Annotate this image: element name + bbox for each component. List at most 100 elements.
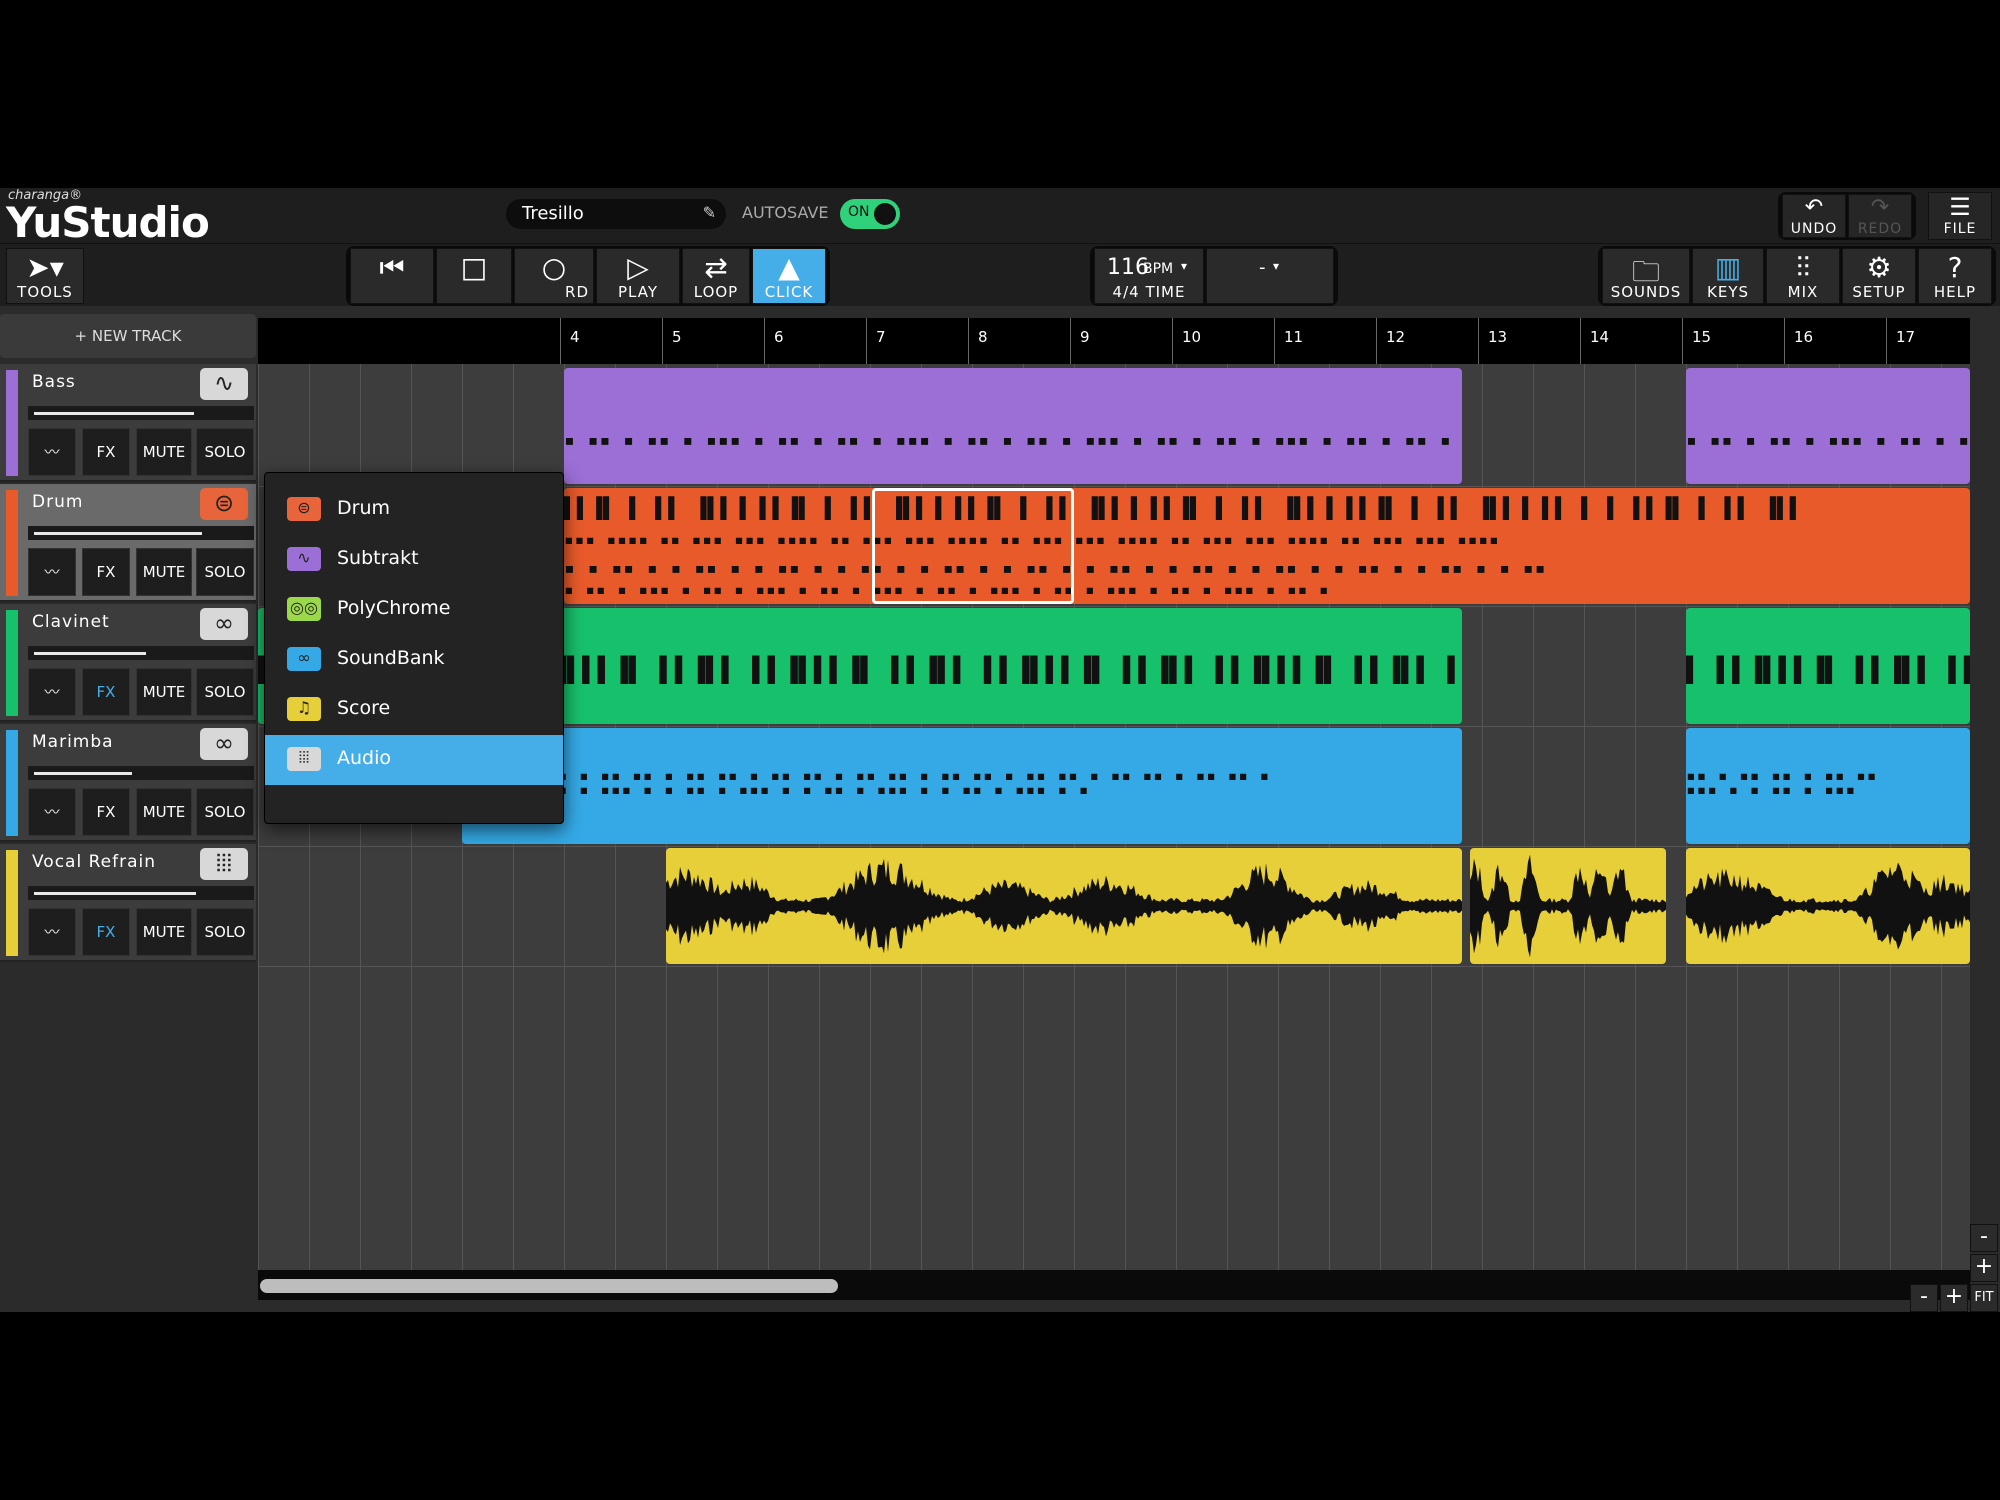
mute-button[interactable]: MUTE [136,908,192,956]
automation-icon: 〰 [44,683,60,701]
help-button[interactable]: ? HELP [1918,248,1992,304]
setup-label: SETUP [1852,283,1906,301]
key-button[interactable]: - ▾ [1206,248,1334,304]
soundbank-loop-icon: ∞ [287,647,321,671]
menu-item-label: Subtrakt [337,547,419,569]
vocal-audio-region[interactable] [1686,848,1970,964]
horizontal-scrollbar[interactable] [258,1270,1970,1300]
redo-button[interactable]: ↷ REDO [1848,194,1912,238]
track-header-clavinet[interactable]: Clavinet ∞ 〰 FX MUTE SOLO [0,604,256,722]
automation-button[interactable]: 〰 [28,548,76,596]
ruler-bar-number: 14 [1590,328,1610,346]
menu-item-audio[interactable]: ⦙⦙⦙ Audio [265,735,563,785]
mute-button[interactable]: MUTE [136,548,192,596]
volume-slider[interactable] [28,406,254,420]
ruler-bar-line [1376,318,1377,364]
horizontal-zoom-out-button[interactable]: - [1910,1284,1938,1312]
audio-waveform [1470,854,1666,958]
subtrakt-wave-icon[interactable]: ∿ [200,368,248,400]
horizontal-zoom-in-button[interactable]: + [1940,1284,1968,1312]
setup-button[interactable]: ⚙ SETUP [1842,248,1916,304]
play-label: PLAY [617,283,658,301]
volume-slider[interactable] [28,886,254,900]
pointer-arrow-icon: ➤▾ [26,251,64,284]
menu-item-drum[interactable]: ⊜ Drum [265,485,563,535]
score-notes-icon: ♫ [287,697,321,721]
automation-button[interactable]: 〰 [28,788,76,836]
undo-button[interactable]: ↶ UNDO [1782,194,1846,238]
stop-button[interactable]: □ [436,248,512,304]
tempo-button[interactable]: 116 BPM ▾ 4/4 TIME [1094,248,1204,304]
keys-button[interactable]: ▥ KEYS [1692,248,1764,304]
mute-button[interactable]: MUTE [136,788,192,836]
menu-item-subtrakt[interactable]: ∿ Subtrakt [265,535,563,585]
vertical-zoom-in-button[interactable]: + [1970,1254,1998,1282]
rewind-button[interactable]: ⏮ [350,248,434,304]
solo-button[interactable]: SOLO [196,548,254,596]
audio-waveform-icon[interactable]: ⦙⦙⦙ [200,848,248,880]
vocal-audio-region[interactable] [666,848,1462,964]
solo-button[interactable]: SOLO [196,428,254,476]
app-logo: YuStudio [6,198,210,247]
volume-slider[interactable] [28,526,254,540]
volume-slider[interactable] [28,646,254,660]
vertical-zoom-out-button[interactable]: - [1970,1224,1998,1252]
volume-fill [34,652,146,655]
ruler-bar-number: 9 [1080,328,1090,346]
automation-button[interactable]: 〰 [28,428,76,476]
bass-region[interactable]: ▪ ▪▪ ▪ ▪▪ ▪ ▪▪▪ ▪ ▪▪ ▪ ▪▪ [1686,368,1970,484]
ruler-bar-line [764,318,765,364]
ruler-bar-number: 13 [1488,328,1508,346]
fx-button[interactable]: FX [82,548,130,596]
automation-button[interactable]: 〰 [28,668,76,716]
scrollbar-thumb[interactable] [260,1279,838,1293]
solo-button[interactable]: SOLO [196,668,254,716]
track-name: Clavinet [32,612,110,632]
selected-drum-region[interactable] [872,488,1074,604]
tools-button[interactable]: ➤▾ TOOLS [6,248,84,304]
drum-region[interactable]: ▌▌▐▌ ▌ ▌▌ ▐▌▌▐ ▌▌▐▌ ▌ ▌▌ ▐▌▌▐ ▌▌▐▌ ▌ ▌▌ … [564,488,1970,604]
clavinet-region[interactable]: ▌ ▌▌▐▌▌▌▐▌ ▌▌▐▌▌ ▌▌ [1686,608,1970,724]
track-color-stripe [6,490,18,596]
marimba-region[interactable]: ▪▪ ▪ ▪▪ ▪▪ ▪ ▪▪ ▪▪ ▪ ▪▪ ▪▪ ▪ ▪▪ ▪▪ ▪ ▪▪ … [462,728,1462,844]
solo-button[interactable]: SOLO [196,788,254,836]
mute-button[interactable]: MUTE [136,428,192,476]
sounds-button[interactable]: 🗀 SOUNDS [1602,248,1690,304]
play-button[interactable]: ▷ PLAY [596,248,680,304]
automation-button[interactable]: 〰 [28,908,76,956]
zoom-fit-button[interactable]: FIT [1970,1284,1998,1312]
mute-button[interactable]: MUTE [136,668,192,716]
menu-item-soundbank[interactable]: ∞ SoundBank [265,635,563,685]
vocal-audio-slices[interactable] [1470,848,1666,964]
pencil-icon[interactable]: ✎ [703,203,716,222]
bass-region[interactable]: ▪ ▪▪ ▪ ▪▪ ▪ ▪▪▪ ▪ ▪▪ ▪ ▪▪ ▪ ▪▪▪ ▪ ▪▪ ▪ ▪… [564,368,1462,484]
volume-slider[interactable] [28,766,254,780]
track-header-bass[interactable]: Bass ∿ 〰 FX MUTE SOLO [0,364,256,482]
click-button[interactable]: ▲ CLICK [752,248,826,304]
ruler-bar-number: 4 [570,328,580,346]
fx-button[interactable]: FX [82,788,130,836]
solo-button[interactable]: SOLO [196,908,254,956]
menu-item-polychrome[interactable]: ◎◎ PolyChrome [265,585,563,635]
new-track-button[interactable]: + NEW TRACK [0,314,256,358]
song-title-field[interactable]: Tresillo ✎ [506,199,726,229]
record-button[interactable]: ○ RD [514,248,594,304]
loop-button[interactable]: ⇄ LOOP [682,248,750,304]
loop-icon: ⇄ [704,251,728,284]
autosave-toggle[interactable]: ON [840,199,900,229]
volume-fill [34,772,132,775]
file-button[interactable]: ☰ FILE [1928,192,1992,240]
soundbank-loop-icon[interactable]: ∞ [200,728,248,760]
fx-button[interactable]: FX [82,908,130,956]
soundbank-loop-icon[interactable]: ∞ [200,608,248,640]
track-header-vocal-refrain[interactable]: Vocal Refrain ⦙⦙⦙ 〰 FX MUTE SOLO [0,844,256,962]
fx-button[interactable]: FX [82,668,130,716]
track-header-drum[interactable]: Drum ⊜ 〰 FX MUTE SOLO [0,484,256,602]
menu-item-score[interactable]: ♫ Score [265,685,563,735]
fx-button[interactable]: FX [82,428,130,476]
mix-button[interactable]: ⫶⫶ MIX [1766,248,1840,304]
timeline-ruler[interactable]: 4 5 6 7 8 9 10 11 12 13 14 15 16 17 [258,318,1970,364]
drum-icon[interactable]: ⊜ [200,488,248,520]
track-header-marimba[interactable]: Marimba ∞ 〰 FX MUTE SOLO [0,724,256,842]
marimba-region[interactable]: ▪▪ ▪ ▪▪ ▪▪ ▪ ▪▪ ▪▪ ▪▪▪ ▪ ▪ ▪▪ ▪ ▪▪▪ [1686,728,1970,844]
